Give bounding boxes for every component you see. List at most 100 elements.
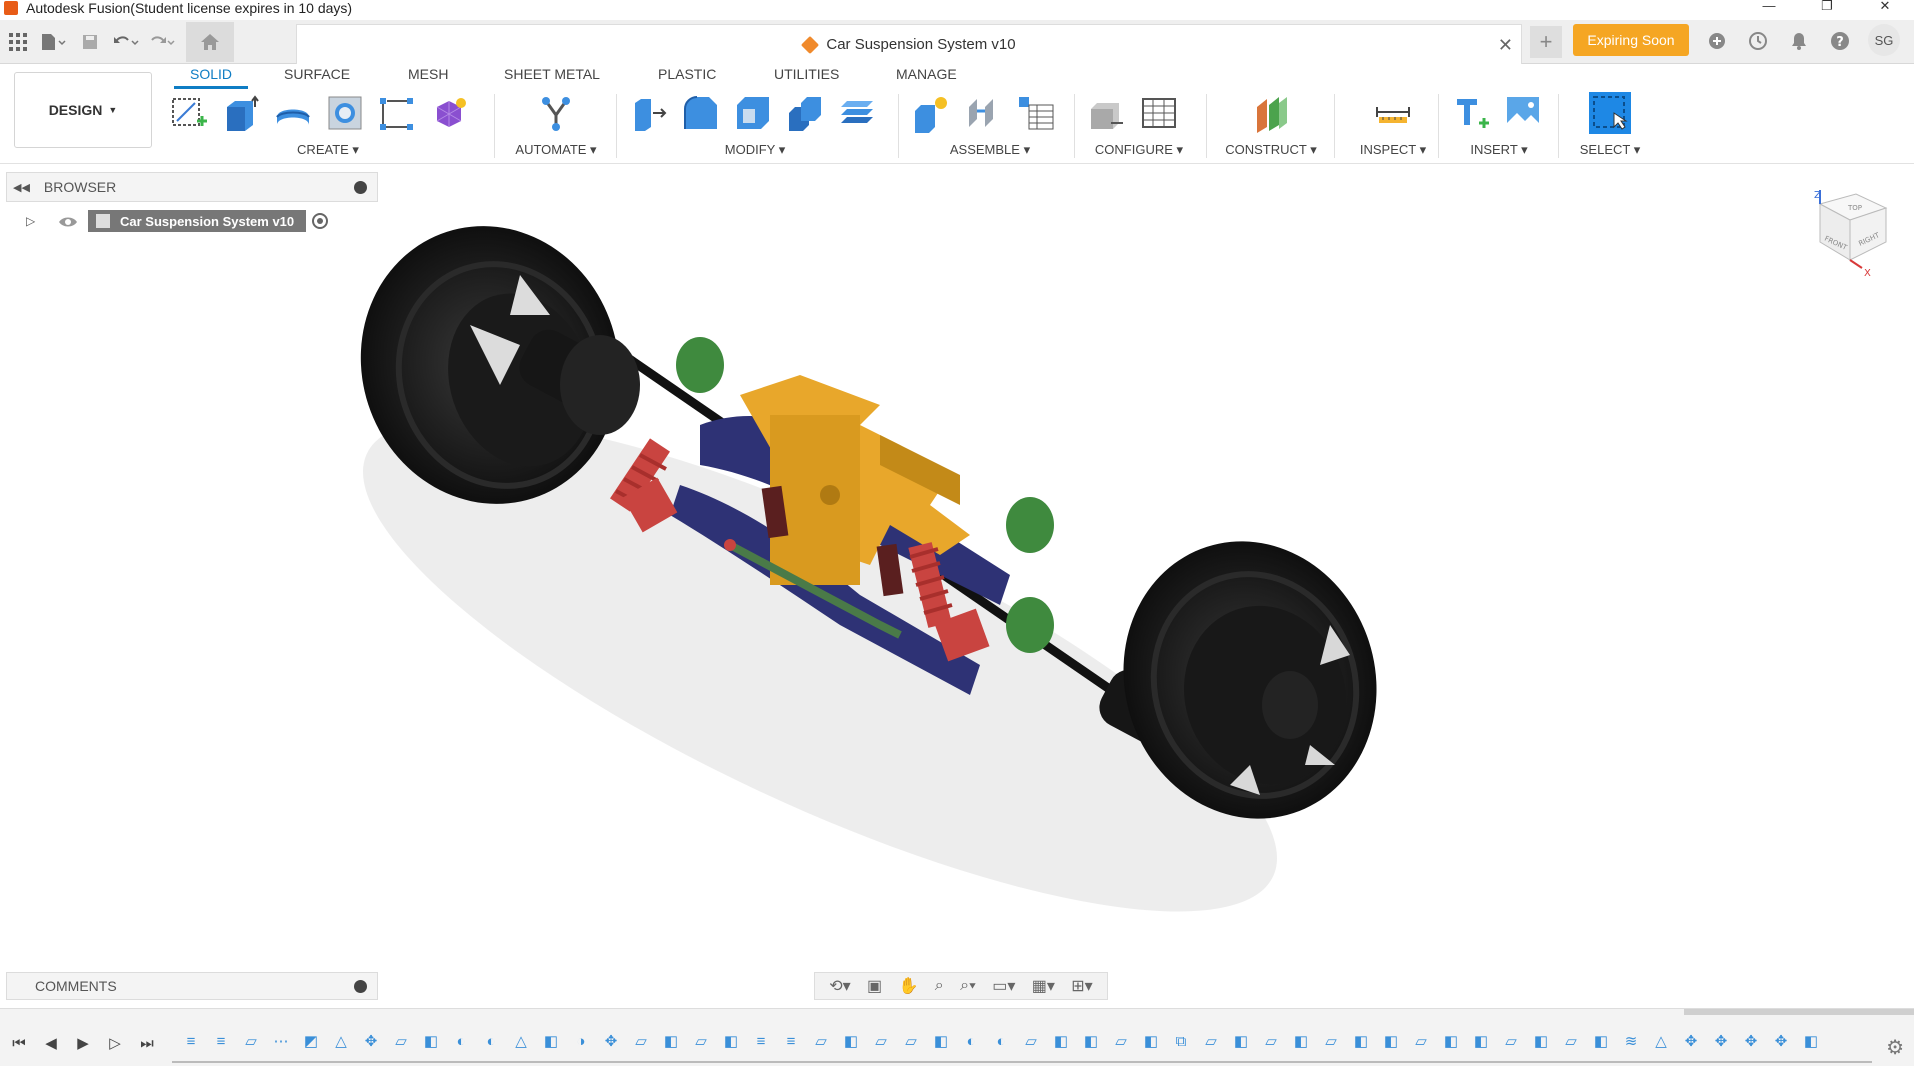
create-group-label[interactable]: CREATE ▾ bbox=[168, 142, 488, 158]
timeline-feature-icon[interactable]: ◧ bbox=[1470, 1029, 1492, 1053]
file-menu-icon[interactable] bbox=[36, 24, 72, 60]
tab-sheet-metal[interactable]: SHEET METAL bbox=[504, 66, 600, 82]
new-tab-button[interactable]: + bbox=[1530, 26, 1562, 58]
timeline-feature-icon[interactable]: ◐ bbox=[990, 1029, 1012, 1053]
assemble-group-label[interactable]: ASSEMBLE ▾ bbox=[910, 142, 1070, 158]
measure-icon[interactable] bbox=[1372, 92, 1414, 134]
timeline-feature-icon[interactable]: ◧ bbox=[660, 1029, 682, 1053]
timeline-feature-icon[interactable]: ◧ bbox=[1590, 1029, 1612, 1053]
timeline-feature-icon[interactable]: ✥ bbox=[1740, 1029, 1762, 1053]
go-to-start-icon[interactable]: ⏮ bbox=[10, 1033, 28, 1053]
automate-icon[interactable] bbox=[535, 92, 577, 134]
shell-icon[interactable] bbox=[732, 92, 774, 134]
tab-mesh[interactable]: MESH bbox=[408, 66, 448, 82]
comments-panel-header[interactable]: COMMENTS bbox=[6, 972, 378, 1000]
viewports-icon[interactable]: ⊞▾ bbox=[1071, 976, 1092, 996]
app-grid-icon[interactable] bbox=[0, 24, 36, 60]
expand-arrow-icon[interactable]: ▷ bbox=[26, 214, 42, 228]
timeline-feature-icon[interactable]: ◧ bbox=[840, 1029, 862, 1053]
select-group-label[interactable]: SELECT ▾ bbox=[1570, 142, 1650, 158]
timeline-feature-icon[interactable]: ▱ bbox=[630, 1029, 652, 1053]
configuration-table-icon[interactable] bbox=[1138, 92, 1180, 134]
close-tab-button[interactable]: ✕ bbox=[1498, 35, 1513, 56]
timeline-feature-icon[interactable]: ⧉ bbox=[1170, 1029, 1192, 1053]
timeline-feature-icon[interactable]: ▱ bbox=[1260, 1029, 1282, 1053]
orbit-icon[interactable]: ⟲▾ bbox=[829, 976, 850, 996]
close-window-button[interactable]: ✕ bbox=[1856, 0, 1914, 16]
timeline-feature-icon[interactable]: ◧ bbox=[1800, 1029, 1822, 1053]
timeline-feature-icon[interactable]: ▱ bbox=[900, 1029, 922, 1053]
display-settings-icon[interactable]: ▭▾ bbox=[992, 976, 1015, 996]
joint-icon[interactable] bbox=[962, 92, 1004, 134]
insert-group-label[interactable]: INSERT ▾ bbox=[1450, 142, 1548, 158]
timeline-feature-icon[interactable]: ✥ bbox=[1710, 1029, 1732, 1053]
step-forward-icon[interactable]: ▷ bbox=[106, 1033, 124, 1053]
insert-canvas-icon[interactable] bbox=[1502, 92, 1544, 134]
timeline-feature-icon[interactable]: △ bbox=[1650, 1029, 1672, 1053]
notifications-bell-icon[interactable] bbox=[1782, 24, 1815, 57]
offset-face-icon[interactable] bbox=[836, 92, 878, 134]
timeline-feature-icon[interactable]: ◧ bbox=[1530, 1029, 1552, 1053]
timeline-feature-icon[interactable]: ◑ bbox=[570, 1029, 592, 1053]
tab-utilities[interactable]: UTILITIES bbox=[774, 66, 839, 82]
bill-of-materials-icon[interactable] bbox=[1014, 92, 1056, 134]
new-component-icon[interactable] bbox=[910, 92, 952, 134]
timeline-feature-icon[interactable]: ◐ bbox=[960, 1029, 982, 1053]
tab-plastic[interactable]: PLASTIC bbox=[658, 66, 716, 82]
timeline-feature-icon[interactable]: ▱ bbox=[810, 1029, 832, 1053]
activate-component-radio[interactable] bbox=[312, 213, 329, 229]
timeline-feature-icon[interactable]: ≡ bbox=[210, 1029, 232, 1053]
timeline-feature-icon[interactable]: ▱ bbox=[1320, 1029, 1342, 1053]
timeline-feature-icon[interactable]: ⋯ bbox=[270, 1029, 292, 1053]
timeline-feature-icon[interactable]: ▱ bbox=[1560, 1029, 1582, 1053]
modify-group-label[interactable]: MODIFY ▾ bbox=[628, 142, 882, 158]
timeline-feature-icon[interactable]: ✥ bbox=[1770, 1029, 1792, 1053]
timeline-feature-icon[interactable]: ▱ bbox=[390, 1029, 412, 1053]
play-icon[interactable]: ▶ bbox=[74, 1033, 92, 1053]
timeline-feature-icon[interactable]: △ bbox=[330, 1029, 352, 1053]
timeline-feature-icon[interactable]: ◧ bbox=[1350, 1029, 1372, 1053]
timeline-feature-icon[interactable]: ▱ bbox=[1500, 1029, 1522, 1053]
timeline-feature-icon[interactable]: ✥ bbox=[1680, 1029, 1702, 1053]
visibility-eye-icon[interactable] bbox=[58, 215, 78, 227]
timeline-feature-icon[interactable]: ◧ bbox=[420, 1029, 442, 1053]
timeline-track[interactable] bbox=[172, 1061, 1872, 1063]
timeline-feature-icon[interactable]: ◧ bbox=[930, 1029, 952, 1053]
offset-plane-icon[interactable] bbox=[1250, 92, 1292, 134]
timeline-feature-icon[interactable]: ◧ bbox=[1440, 1029, 1462, 1053]
extensions-icon[interactable] bbox=[1700, 24, 1733, 57]
timeline-feature-icon[interactable]: ◐ bbox=[480, 1029, 502, 1053]
timeline-feature-icon[interactable]: ✥ bbox=[360, 1029, 382, 1053]
timeline-feature-icon[interactable]: ▱ bbox=[1020, 1029, 1042, 1053]
timeline-feature-icon[interactable]: ◧ bbox=[1380, 1029, 1402, 1053]
timeline-feature-icon[interactable]: ▱ bbox=[1410, 1029, 1432, 1053]
timeline-feature-icon[interactable]: ≡ bbox=[750, 1029, 772, 1053]
automate-group-label[interactable]: AUTOMATE ▾ bbox=[506, 142, 606, 158]
timeline-feature-icon[interactable]: ≡ bbox=[780, 1029, 802, 1053]
timeline-settings-gear-icon[interactable]: ⚙ bbox=[1886, 1035, 1904, 1060]
redo-icon[interactable] bbox=[144, 24, 180, 60]
tab-solid[interactable]: SOLID bbox=[173, 66, 249, 89]
timeline-feature-icon[interactable]: ◧ bbox=[1050, 1029, 1072, 1053]
configure-group-label[interactable]: CONFIGURE ▾ bbox=[1086, 142, 1192, 158]
timeline-feature-icon[interactable]: ▱ bbox=[1110, 1029, 1132, 1053]
restore-button[interactable]: ❐ bbox=[1798, 0, 1856, 16]
combine-icon[interactable] bbox=[784, 92, 826, 134]
timeline-feature-icon[interactable]: ◩ bbox=[300, 1029, 322, 1053]
insert-mcmaster-icon[interactable] bbox=[1450, 92, 1492, 134]
undo-icon[interactable] bbox=[108, 24, 144, 60]
timeline-feature-icon[interactable]: ◧ bbox=[1140, 1029, 1162, 1053]
timeline-feature-icon[interactable]: ◐ bbox=[450, 1029, 472, 1053]
inspect-group-label[interactable]: INSPECT ▾ bbox=[1346, 142, 1440, 158]
tab-surface[interactable]: SURFACE bbox=[284, 66, 350, 82]
tab-manage[interactable]: MANAGE bbox=[896, 66, 957, 82]
extrude-icon[interactable] bbox=[220, 92, 262, 134]
document-tab[interactable]: Car Suspension System v10 ✕ bbox=[296, 24, 1522, 64]
view-cube[interactable]: Z X TOP FRONT RIGHT bbox=[1812, 188, 1892, 279]
zoom-icon[interactable]: ⌕ bbox=[935, 977, 944, 995]
browser-root-item[interactable]: ▷ Car Suspension System v10 bbox=[26, 210, 329, 232]
root-component-node[interactable]: Car Suspension System v10 bbox=[88, 210, 307, 232]
timeline-feature-icon[interactable]: ▱ bbox=[240, 1029, 262, 1053]
timeline-feature-icon[interactable]: ≡ bbox=[180, 1029, 202, 1053]
minimize-button[interactable]: — bbox=[1740, 0, 1798, 16]
